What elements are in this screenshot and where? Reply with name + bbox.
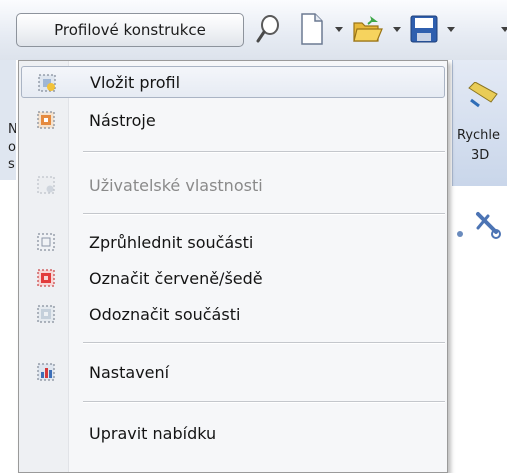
profile-button-label: Profilové konstrukce: [54, 21, 206, 39]
new-document-icon[interactable]: [300, 13, 324, 45]
save-dropdown-arrow[interactable]: [447, 27, 455, 32]
open-folder-dropdown-arrow[interactable]: [393, 27, 401, 32]
menu-item-label: Nastavení: [89, 362, 170, 382]
insert-profile-icon: [38, 74, 56, 92]
partial-tool-icon[interactable]: [452, 210, 507, 240]
background-side-letter: s: [8, 157, 15, 172]
menu-item-label: Upravit nabídku: [89, 423, 217, 443]
menu-item-customize-menu[interactable]: Upravit nabídku: [21, 417, 445, 449]
menu-separator: [83, 401, 445, 403]
open-folder-icon[interactable]: [352, 13, 384, 45]
ribbon-label-3d: 3D: [471, 148, 490, 163]
mark-red-gray-icon: [37, 269, 55, 287]
profile-context-menu: Vložit profil Nástroje Uživatelské vlast…: [18, 60, 448, 473]
menu-item-settings[interactable]: Nastavení: [21, 356, 445, 388]
menu-item-tools[interactable]: Nástroje: [21, 104, 445, 136]
menu-separator: [83, 342, 445, 344]
menu-item-label: Označit červeně/šedě: [89, 268, 263, 288]
menu-separator: [83, 151, 445, 153]
menu-item-mark-red-gray[interactable]: Označit červeně/šedě: [21, 262, 445, 294]
quick-3d-ribbon-button[interactable]: Rychle 3D: [452, 60, 507, 186]
menu-item-insert-profile[interactable]: Vložit profil: [21, 66, 445, 98]
menu-item-label: Odoznačit součásti: [89, 304, 241, 324]
menu-item-label: Uživatelské vlastnosti: [89, 175, 263, 195]
menu-item-make-transparent[interactable]: Zprůhlednit součásti: [21, 226, 445, 258]
menu-item-unmark-parts[interactable]: Odoznačit součásti: [21, 298, 445, 330]
profile-constructions-button[interactable]: Profilové konstrukce: [16, 13, 244, 47]
background-side-letter: ol: [8, 140, 16, 155]
more-tools-dropdown-arrow[interactable]: [501, 27, 507, 32]
background-left-strip: N ol s: [0, 60, 16, 180]
transparent-parts-icon: [37, 233, 55, 251]
menu-item-label: Vložit profil: [90, 72, 181, 92]
search-magnifier-icon[interactable]: [255, 14, 281, 44]
save-disk-icon[interactable]: [410, 15, 438, 43]
menu-item-label: Nástroje: [89, 110, 156, 130]
menu-separator: [83, 213, 445, 215]
toolbar: Profilové konstrukce: [0, 0, 507, 60]
unmark-parts-icon: [37, 305, 55, 323]
ruler-icon: [468, 82, 498, 108]
menu-item-user-properties: Uživatelské vlastnosti: [21, 169, 445, 201]
user-properties-icon: [37, 176, 55, 194]
background-side-letter: N: [8, 122, 16, 137]
new-document-dropdown-arrow[interactable]: [335, 27, 343, 32]
ribbon-label-quick: Rychle: [457, 128, 501, 143]
menu-item-label: Zprůhlednit součásti: [89, 232, 254, 252]
settings-icon: [37, 363, 55, 381]
tools-icon: [37, 111, 55, 129]
